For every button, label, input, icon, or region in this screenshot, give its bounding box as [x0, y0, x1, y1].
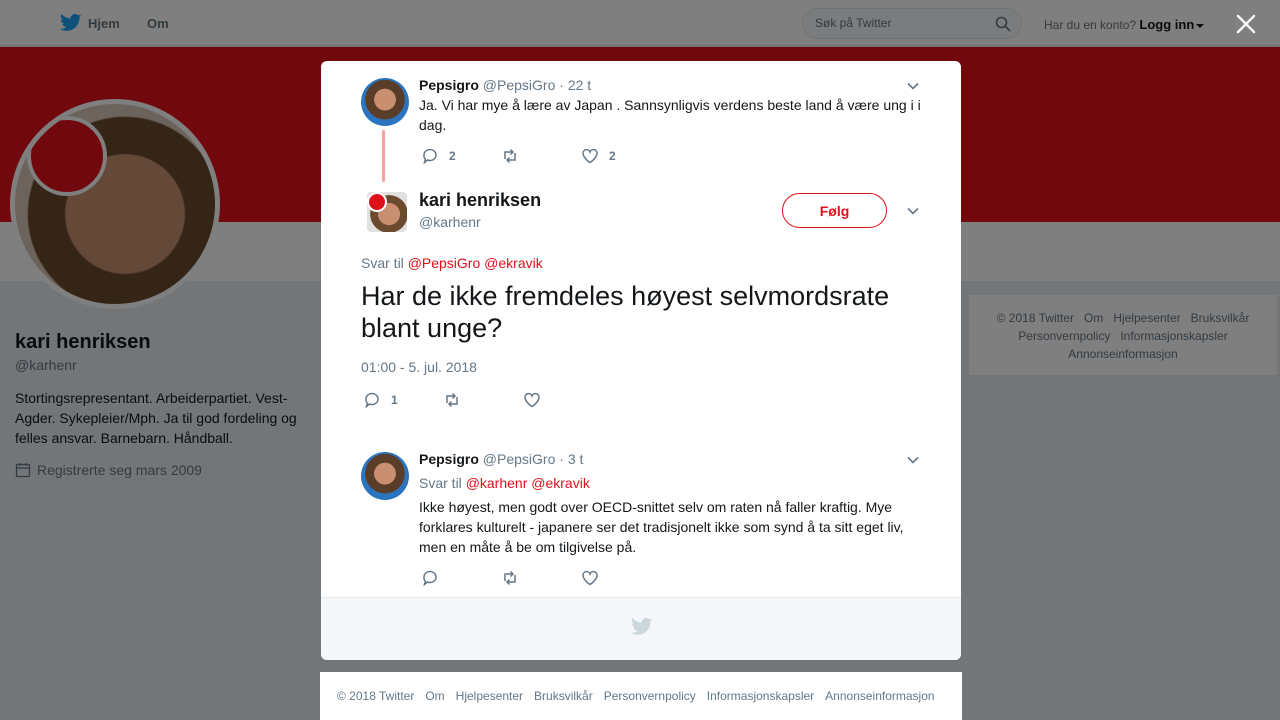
main-reply-mention-2[interactable]: @ekravik — [484, 255, 543, 271]
reply-tweet-time[interactable]: · 3 t — [559, 451, 583, 467]
main-tweet-timestamp[interactable]: 01:00 - 5. jul. 2018 — [361, 359, 477, 375]
footer-link-ads[interactable]: Annonseinformasjon — [825, 689, 934, 703]
close-icon[interactable] — [1234, 12, 1258, 36]
reply-button[interactable]: 2 — [421, 147, 501, 165]
reply-tweet-header: Pepsigro @PepsiGro · 3 t — [419, 451, 583, 467]
footer-link-help[interactable]: Hjelpesenter — [456, 689, 523, 703]
footer-link-cookies[interactable]: Informasjonskapsler — [707, 689, 814, 703]
twitter-bird-icon — [631, 617, 653, 635]
parent-tweet-text: Ja. Vi har mye å lære av Japan . Sannsyn… — [419, 97, 921, 133]
main-reply-mention-1[interactable]: @PepsiGro — [408, 255, 481, 271]
bottom-footer: © 2018 Twitter Om Hjelpesenter Bruksvilkår P… — [320, 672, 962, 720]
main-reply-prefix: Svar til — [361, 255, 404, 271]
reply-icon — [423, 148, 437, 165]
parent-tweet-actions: 2 2 — [421, 147, 661, 165]
main-tweet-name[interactable]: kari henriksen — [419, 190, 541, 211]
parent-tweet-name[interactable]: Pepsigro — [419, 77, 479, 93]
thread-connector — [382, 130, 385, 182]
tweet-modal: Pepsigro @PepsiGro · 22 t Ja. Vi har mye… — [321, 61, 961, 660]
reply-tweet-text: Ikke høyest, men godt over OECD-snittet … — [419, 499, 904, 555]
reply-button[interactable]: 1 — [363, 391, 443, 409]
main-tweet-avatar[interactable] — [367, 192, 407, 232]
reply-count: 1 — [391, 393, 398, 407]
reply-tweet-mention-2[interactable]: @ekravik — [531, 475, 590, 491]
retweet-icon — [446, 392, 458, 408]
reply-tweet-avatar[interactable] — [361, 452, 409, 500]
retweet-button[interactable] — [501, 147, 581, 165]
footer-copyright: © 2018 Twitter — [337, 689, 415, 703]
footer-link-about[interactable]: Om — [425, 689, 444, 703]
main-tweet-actions: 1 — [363, 391, 603, 409]
follow-button[interactable]: Følg — [782, 193, 887, 228]
retweet-icon — [504, 148, 516, 164]
chevron-down-icon[interactable] — [906, 453, 920, 467]
reply-tweet-actions — [421, 569, 661, 587]
main-tweet-handle[interactable]: @karhenr — [419, 214, 481, 230]
parent-tweet-header: Pepsigro @PepsiGro · 22 t — [419, 77, 591, 93]
chevron-down-icon[interactable] — [906, 204, 920, 218]
like-button[interactable]: 2 — [581, 147, 661, 165]
like-count: 2 — [609, 149, 616, 163]
retweet-icon — [504, 570, 516, 586]
reply-tweet-prefix: Svar til — [419, 475, 462, 491]
heart-icon — [524, 392, 540, 408]
modal-footer — [321, 597, 961, 660]
reply-icon — [365, 392, 379, 409]
retweet-button[interactable] — [443, 391, 523, 409]
like-button[interactable] — [523, 391, 603, 409]
reply-button[interactable] — [421, 569, 501, 587]
reply-tweet-handle[interactable]: @PepsiGro — [483, 451, 556, 467]
like-button[interactable] — [581, 569, 661, 587]
heart-icon — [582, 570, 598, 586]
heart-icon — [582, 148, 598, 164]
chevron-down-icon[interactable] — [906, 79, 920, 93]
footer-link-terms[interactable]: Bruksvilkår — [534, 689, 593, 703]
reply-tweet-name[interactable]: Pepsigro — [419, 451, 479, 467]
reply-tweet-context: Svar til @karhenr @ekravik — [419, 475, 590, 491]
footer-link-privacy[interactable]: Personvernpolicy — [604, 689, 696, 703]
parent-tweet-avatar[interactable] — [361, 78, 409, 126]
parent-tweet-time[interactable]: · 22 t — [559, 77, 591, 93]
main-tweet-text: Har de ikke fremdeles høyest selvmordsra… — [361, 281, 890, 343]
reply-tweet-mention-1[interactable]: @karhenr — [466, 475, 528, 491]
main-reply-context: Svar til @PepsiGro @ekravik — [361, 255, 543, 271]
reply-count: 2 — [449, 149, 456, 163]
retweet-button[interactable] — [501, 569, 581, 587]
reply-icon — [423, 570, 437, 587]
parent-tweet-handle[interactable]: @PepsiGro — [483, 77, 556, 93]
